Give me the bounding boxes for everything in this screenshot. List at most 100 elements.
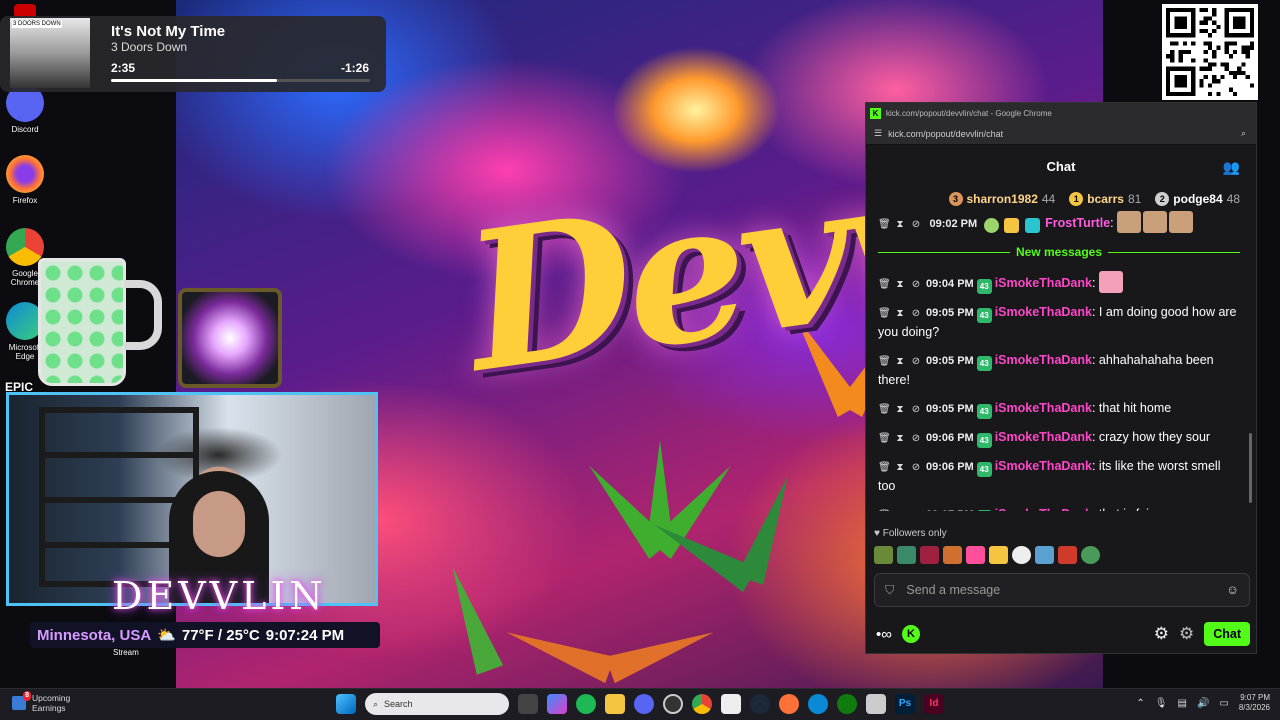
leaderboard-entry[interactable]: 2 podge84 48 xyxy=(1155,192,1240,206)
app-icon[interactable] xyxy=(866,694,886,714)
chat-message[interactable]: 🗑 ⧗ ⊘ 09:06 PM 43 iSmokeThaDank: crazy how th… xyxy=(878,428,1240,448)
obs-icon[interactable] xyxy=(663,694,683,714)
emote-button[interactable] xyxy=(1058,546,1077,564)
timeout-icon[interactable]: ⧗ xyxy=(894,215,906,234)
chat-message[interactable]: 🗑 ⧗ ⊘ 09:05 PM 43 iSmokeThaDank: ahhahahahaha… xyxy=(878,351,1240,390)
site-settings-icon[interactable]: ☰ xyxy=(874,128,882,139)
task-view-icon[interactable] xyxy=(518,694,538,714)
chat-message[interactable]: 🗑⧗ ⊘ 09:07 PM43iSmokeThaDank: that is fair xyxy=(878,505,1240,511)
address-bar[interactable]: ☰ kick.com/popout/devvlin/chat ⌕ xyxy=(866,123,1256,145)
ban-icon[interactable]: ⊘ xyxy=(910,400,922,419)
points-icon[interactable]: •∞ xyxy=(876,626,892,643)
network-icon[interactable]: ▤ xyxy=(1178,698,1187,709)
subscriber-badge-icon xyxy=(1024,218,1040,233)
emote-button[interactable] xyxy=(1081,546,1100,564)
message-username[interactable]: iSmokeThaDank xyxy=(995,507,1092,511)
timeout-icon[interactable]: ⧗ xyxy=(894,352,906,371)
emote-button[interactable] xyxy=(989,546,1008,564)
chrome-taskbar-icon[interactable] xyxy=(692,694,712,714)
ban-icon[interactable]: ⊘ xyxy=(910,458,922,477)
file-explorer-icon[interactable] xyxy=(605,694,625,714)
emote-button[interactable] xyxy=(897,546,916,564)
chat-message[interactable]: 🗑 ⧗ ⊘ 09:05 PM 43 iSmokeThaDank: I am doing g… xyxy=(878,303,1240,342)
chat-message[interactable]: 🗑 ⧗ ⊘ 09:02 PM FrostTurtle: xyxy=(878,211,1240,234)
delete-icon[interactable]: 🗑 xyxy=(878,400,891,419)
desktop-icon-firefox[interactable]: Firefox xyxy=(4,155,46,205)
delete-icon[interactable]: 🗑 xyxy=(878,275,891,294)
leaderboard-entry[interactable]: 3 sharron1982 44 xyxy=(948,192,1055,206)
show-hidden-icons-icon[interactable]: ⌃ xyxy=(1136,698,1144,709)
copilot-icon[interactable] xyxy=(547,694,567,714)
mod-tools-icon[interactable]: ⚙ xyxy=(1179,624,1194,644)
timeout-icon[interactable]: ⧗ xyxy=(894,458,906,477)
chat-scrollbar[interactable] xyxy=(1249,433,1252,503)
store-icon[interactable] xyxy=(721,694,741,714)
microphone-icon[interactable]: 🎙 xyxy=(1155,698,1168,709)
emote-button[interactable] xyxy=(1035,546,1054,564)
spotify-icon[interactable] xyxy=(576,694,596,714)
users-icon[interactable]: 👥 xyxy=(1223,159,1240,176)
message-username[interactable]: iSmokeThaDank xyxy=(995,353,1092,367)
taskbar-clock[interactable]: 9:07 PM 8/3/2026 xyxy=(1239,693,1270,713)
emote-icon xyxy=(1169,211,1194,233)
start-button-icon[interactable] xyxy=(336,694,356,714)
chat-message[interactable]: 🗑 ⧗ ⊘ 09:05 PM 43 iSmokeThaDank: that hit hom… xyxy=(878,399,1240,419)
delete-icon[interactable]: 🗑 xyxy=(878,352,891,371)
zoom-icon[interactable]: ⌕ xyxy=(1241,128,1246,139)
kick-icon[interactable]: K xyxy=(901,625,920,643)
discord-taskbar-icon[interactable] xyxy=(634,694,654,714)
delete-icon[interactable]: 🗑 xyxy=(878,458,891,477)
new-messages-divider: New messages xyxy=(878,243,1240,262)
widgets-button[interactable]: 8 Upcoming Earnings xyxy=(12,691,70,713)
chat-input[interactable]: ⛉ Send a message ☺ xyxy=(874,573,1250,607)
leaderboard-entry[interactable]: 1 bcarrs 81 xyxy=(1069,192,1141,206)
taskbar-search[interactable]: ⌕ Search xyxy=(365,693,509,715)
indesign-icon[interactable]: Id xyxy=(924,694,944,714)
message-username[interactable]: iSmokeThaDank xyxy=(995,401,1092,415)
battery-icon[interactable]: ▭ xyxy=(1219,698,1228,709)
delete-icon[interactable]: 🗑 xyxy=(878,429,891,448)
emote-button[interactable] xyxy=(943,546,962,564)
emote-button[interactable] xyxy=(1012,546,1031,564)
ban-icon[interactable]: ⊘ xyxy=(910,429,922,448)
location-text: Minnesota, USA xyxy=(37,626,152,644)
message-username[interactable]: iSmokeThaDank xyxy=(995,276,1092,290)
chat-message[interactable]: 🗑 ⧗ ⊘ 09:04 PM 43 iSmokeThaDank: xyxy=(878,271,1240,294)
timeout-icon[interactable]: ⧗ xyxy=(894,304,906,323)
chat-messages[interactable]: 🗑 ⧗ ⊘ 09:02 PM FrostTurtle: New messages 🗑… xyxy=(866,211,1250,511)
settings-gear-icon[interactable]: ⚙ xyxy=(1154,624,1169,644)
ban-icon[interactable]: ⊘ xyxy=(910,275,922,294)
track-progress-bar[interactable] xyxy=(111,79,370,82)
xbox-icon[interactable] xyxy=(837,694,857,714)
timeout-icon[interactable]: ⧗ xyxy=(894,400,906,419)
steam-icon[interactable] xyxy=(750,694,770,714)
emote-button[interactable] xyxy=(966,546,985,564)
emoji-icon[interactable]: ☺ xyxy=(1226,583,1239,597)
delete-icon[interactable]: 🗑 xyxy=(878,304,891,323)
chat-message[interactable]: 🗑 ⧗ ⊘ 09:06 PM 43 iSmokeThaDank: its like the… xyxy=(878,457,1240,496)
photoshop-icon[interactable]: Ps xyxy=(895,694,915,714)
emote-button[interactable] xyxy=(920,546,939,564)
timeout-icon[interactable]: ⧗ xyxy=(894,275,906,294)
timeout-icon[interactable]: ⧗ xyxy=(894,429,906,448)
volume-icon[interactable]: 🔊 xyxy=(1197,698,1209,709)
message-username[interactable]: iSmokeThaDank xyxy=(995,430,1092,444)
message-username[interactable]: FrostTurtle xyxy=(1045,216,1110,230)
message-username[interactable]: iSmokeThaDank xyxy=(995,305,1092,319)
window-titlebar[interactable]: K kick.com/popout/devvlin/chat - Google … xyxy=(866,103,1256,123)
timeout-icon[interactable]: ⧗ xyxy=(894,506,906,511)
edge-taskbar-icon[interactable] xyxy=(808,694,828,714)
message-username[interactable]: iSmokeThaDank xyxy=(995,459,1092,473)
send-chat-button[interactable]: Chat xyxy=(1204,622,1250,646)
ban-icon[interactable]: ⊘ xyxy=(910,352,922,371)
delete-icon[interactable]: 🗑 xyxy=(878,506,891,511)
shield-icon[interactable]: ⛉ xyxy=(885,583,894,598)
media-player-widget[interactable]: 3 DOORS DOWN It's Not My Time 3 Doors Do… xyxy=(0,16,386,92)
delete-icon[interactable]: 🗑 xyxy=(878,215,891,234)
emote-button[interactable] xyxy=(874,546,893,564)
firefox-taskbar-icon[interactable] xyxy=(779,694,799,714)
stream-icon-label[interactable]: Stream xyxy=(113,648,139,657)
ban-icon[interactable]: ⊘ xyxy=(910,304,922,323)
ban-icon[interactable]: ⊘ xyxy=(910,215,922,234)
ban-icon[interactable]: ⊘ xyxy=(910,506,922,511)
